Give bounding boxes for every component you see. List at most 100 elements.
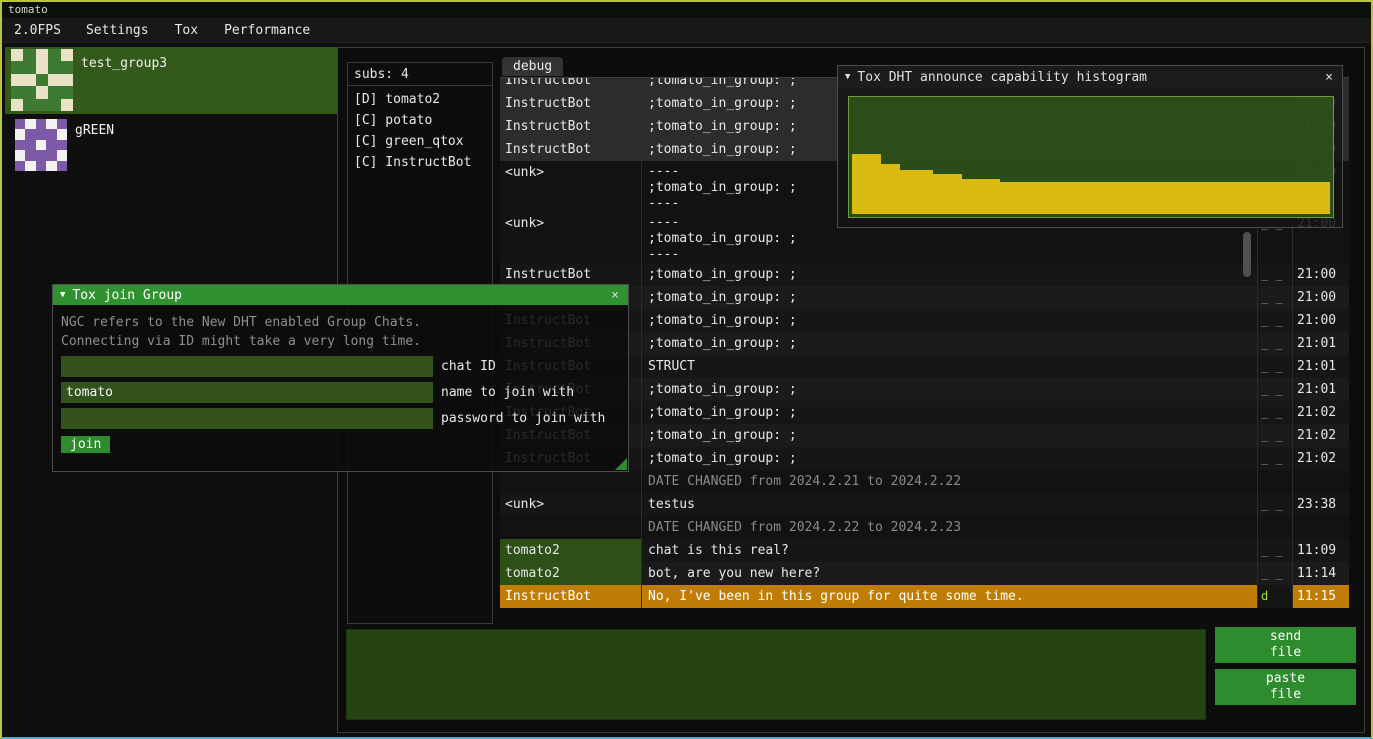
- histogram-window-titlebar[interactable]: ▼ Tox DHT announce capability histogram …: [838, 66, 1342, 88]
- menu-item-settings[interactable]: Settings: [73, 18, 162, 42]
- join-name-input[interactable]: tomato: [61, 382, 433, 403]
- join-field-row: tomato name to join with: [61, 382, 620, 403]
- message-flags: _ _: [1258, 401, 1293, 424]
- histogram-step: [962, 179, 1000, 214]
- message-time: 21:02: [1293, 424, 1349, 447]
- message-time: 21:01: [1293, 355, 1349, 378]
- message-row[interactable]: tomato2bot, are you new here?_ _11:14: [500, 562, 1349, 585]
- message-time: 11:15: [1293, 585, 1349, 608]
- group-avatar-icon: [15, 119, 67, 171]
- join-window-title: Tox join Group: [72, 288, 182, 303]
- group-item-gREEN[interactable]: gREEN: [5, 114, 337, 176]
- message-input[interactable]: [346, 629, 1206, 720]
- sender-name: InstructBot: [500, 115, 642, 138]
- message-flags: _ _: [1258, 332, 1293, 355]
- menu-item-performance[interactable]: Performance: [211, 18, 323, 42]
- subs-member[interactable]: [C] green_qtox: [348, 131, 492, 152]
- message-text: ;tomato_in_group: ;: [642, 286, 1258, 309]
- sender-name: tomato2: [500, 539, 642, 562]
- message-time: 11:14: [1293, 562, 1349, 585]
- paste-file-button[interactable]: paste file: [1215, 669, 1356, 705]
- join-password-input-label: password to join with: [441, 411, 605, 426]
- subs-member[interactable]: [C] InstructBot: [348, 152, 492, 173]
- histogram-step: [1000, 182, 1330, 214]
- message-text: chat is this real?: [642, 539, 1258, 562]
- message-row[interactable]: InstructBot;tomato_in_group: ;_ _21:00: [500, 263, 1349, 286]
- join-window-body: NGC refers to the New DHT enabled Group …: [53, 305, 628, 453]
- histogram-window-title: Tox DHT announce capability histogram: [857, 70, 1147, 85]
- histogram-step: [881, 164, 900, 214]
- message-flags: _ _: [1258, 562, 1293, 585]
- subs-separator: [348, 85, 492, 86]
- collapse-arrow-icon[interactable]: ▼: [845, 72, 850, 82]
- date-changed-text: DATE CHANGED from 2024.2.21 to 2024.2.22: [642, 470, 1258, 493]
- collapse-arrow-icon[interactable]: ▼: [60, 290, 65, 300]
- chat-id-input[interactable]: [61, 356, 433, 377]
- close-icon[interactable]: ×: [1323, 70, 1335, 85]
- chat-id-input-label: chat ID: [441, 359, 496, 374]
- date-separator-row: DATE CHANGED from 2024.2.21 to 2024.2.22: [500, 470, 1349, 493]
- message-time: 21:00: [1293, 309, 1349, 332]
- message-flags: d: [1258, 585, 1293, 608]
- subs-header: subs: 4: [348, 63, 492, 85]
- join-info-line-2: Connecting via ID might take a very long…: [61, 332, 620, 351]
- histogram-step: [933, 174, 962, 214]
- message-flags: _ _: [1258, 355, 1293, 378]
- histogram-step: [900, 170, 933, 214]
- message-time: 11:09: [1293, 539, 1349, 562]
- message-flags: _ _: [1258, 263, 1293, 286]
- message-row[interactable]: <unk>testus_ _23:38: [500, 493, 1349, 516]
- menu-item-tox[interactable]: Tox: [162, 18, 211, 42]
- join-fields: chat ID tomato name to join with password t…: [61, 356, 620, 429]
- app-window: tomato 2.0FPS SettingsToxPerformance tes…: [0, 0, 1373, 739]
- message-text: ;tomato_in_group: ;: [642, 424, 1258, 447]
- message-flags: _ _: [1258, 309, 1293, 332]
- histogram-plot-bars: [852, 100, 1330, 214]
- close-icon[interactable]: ×: [609, 288, 621, 303]
- join-name-input-label: name to join with: [441, 385, 574, 400]
- group-item-test_group3[interactable]: test_group3: [5, 47, 337, 114]
- message-row[interactable]: tomato2chat is this real?_ _11:09: [500, 539, 1349, 562]
- chat-scrollbar[interactable]: [1243, 232, 1251, 277]
- group-avatar-icon: [11, 49, 73, 111]
- group-name: gREEN: [75, 123, 114, 174]
- date-separator-row: DATE CHANGED from 2024.2.22 to 2024.2.23: [500, 516, 1349, 539]
- sender-name: InstructBot: [500, 92, 642, 115]
- message-flags: _ _: [1258, 539, 1293, 562]
- join-group-window: ▼ Tox join Group × NGC refers to the New…: [52, 284, 629, 472]
- menubar: 2.0FPS SettingsToxPerformance: [2, 18, 1371, 43]
- sender-name: <unk>: [500, 161, 642, 212]
- menu-items: SettingsToxPerformance: [73, 18, 323, 42]
- join-info-line-1: NGC refers to the New DHT enabled Group …: [61, 313, 620, 332]
- message-time: 21:01: [1293, 378, 1349, 401]
- subs-member[interactable]: [C] potato: [348, 110, 492, 131]
- join-button[interactable]: join: [61, 436, 110, 453]
- subs-member[interactable]: [D] tomato2: [348, 89, 492, 110]
- histogram-plot[interactable]: [848, 96, 1334, 218]
- join-window-titlebar[interactable]: ▼ Tox join Group ×: [53, 285, 628, 305]
- date-changed-text: DATE CHANGED from 2024.2.22 to 2024.2.23: [642, 516, 1258, 539]
- join-field-row: chat ID: [61, 356, 620, 377]
- message-time: 21:00: [1293, 286, 1349, 309]
- histogram-step: [852, 154, 881, 214]
- join-password-input[interactable]: [61, 408, 433, 429]
- message-time: 21:01: [1293, 332, 1349, 355]
- send-file-button[interactable]: send file: [1215, 627, 1356, 663]
- resize-grip[interactable]: [615, 458, 627, 470]
- message-text: STRUCT: [642, 355, 1258, 378]
- message-row[interactable]: InstructBotNo, I've been in this group f…: [500, 585, 1349, 608]
- message-text: bot, are you new here?: [642, 562, 1258, 585]
- fps-counter: 2.0FPS: [2, 23, 73, 38]
- histogram-window: ▼ Tox DHT announce capability histogram …: [837, 65, 1343, 228]
- tab-debug[interactable]: debug: [502, 57, 563, 76]
- sender-name: InstructBot: [500, 585, 642, 608]
- sender-name: InstructBot: [500, 263, 642, 286]
- message-text: ;tomato_in_group: ;: [642, 309, 1258, 332]
- message-flags: _ _: [1258, 378, 1293, 401]
- message-flags: _ _: [1258, 286, 1293, 309]
- group-name: test_group3: [81, 56, 167, 112]
- message-time: 21:02: [1293, 447, 1349, 470]
- message-flags: _ _: [1258, 493, 1293, 516]
- subs-list: [D] tomato2[C] potato[C] green_qtox[C] I…: [348, 89, 492, 173]
- sender-name: InstructBot: [500, 138, 642, 161]
